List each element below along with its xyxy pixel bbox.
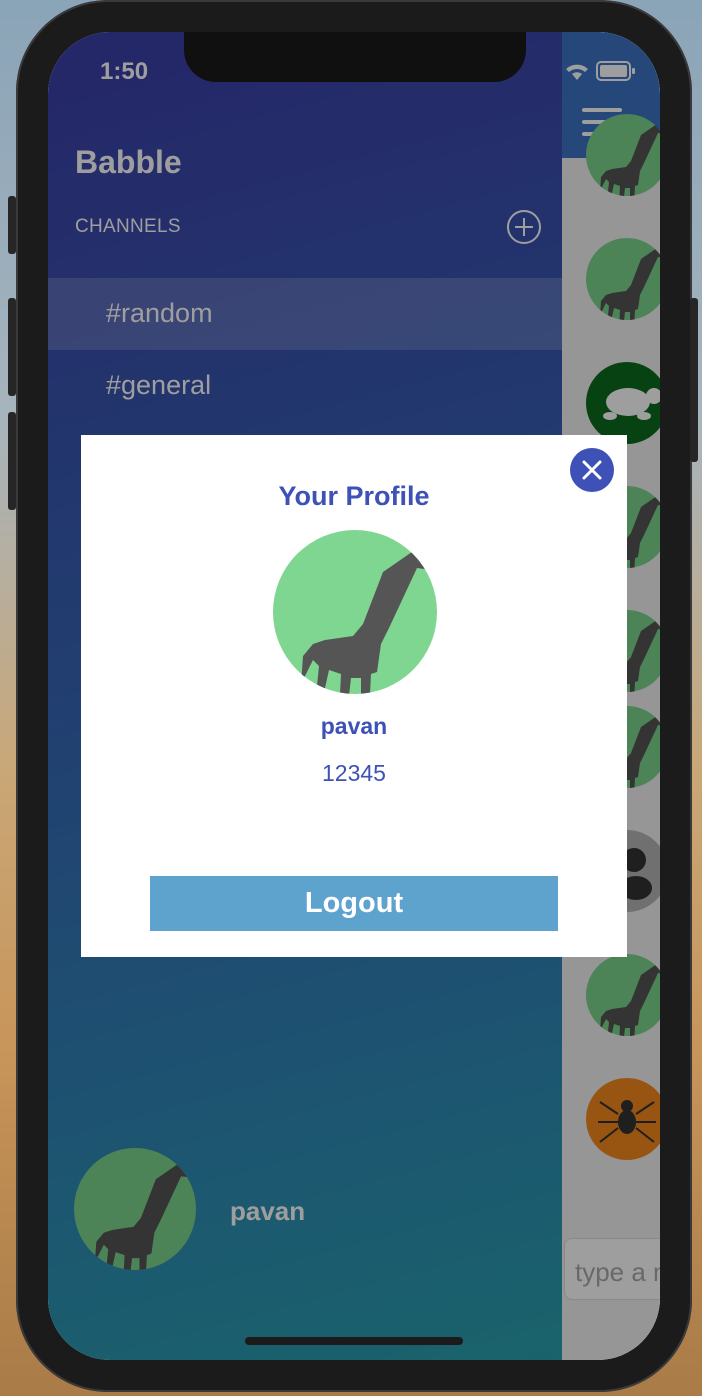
logout-button[interactable]: Logout — [150, 876, 558, 931]
profile-name: pavan — [320, 713, 388, 739]
close-button[interactable] — [570, 448, 614, 492]
screen: type a message Babble CHANNELS #random #… — [48, 32, 660, 1360]
profile-email: 12345 — [322, 760, 386, 786]
home-indicator — [245, 1337, 463, 1345]
profile-modal: Your Profile pavan 12345 Logout — [81, 435, 627, 957]
mute-switch — [8, 196, 16, 254]
volume-up-button — [8, 298, 16, 396]
close-icon — [582, 460, 602, 480]
power-button — [690, 298, 698, 462]
profile-avatar — [273, 530, 437, 694]
modal-title: Your Profile — [278, 481, 430, 511]
giraffe-icon — [301, 546, 435, 694]
volume-down-button — [8, 412, 16, 510]
